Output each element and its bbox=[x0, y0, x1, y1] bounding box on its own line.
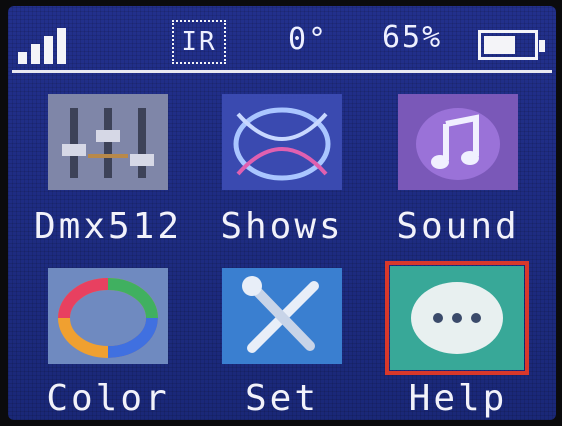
shows-icon bbox=[222, 94, 342, 190]
status-divider bbox=[12, 70, 552, 73]
signal-strength-icon bbox=[18, 28, 74, 64]
battery-percent: 65% bbox=[382, 20, 443, 55]
status-bar: IR 0° 65% bbox=[8, 6, 556, 70]
menu-item-help[interactable] bbox=[385, 261, 529, 375]
ir-indicator: IR bbox=[172, 20, 226, 64]
help-bubble-icon bbox=[390, 266, 524, 370]
battery-icon bbox=[478, 30, 545, 60]
menu-label-sound: Sound bbox=[396, 206, 520, 247]
music-note-icon bbox=[398, 94, 518, 190]
color-ring-icon bbox=[48, 268, 168, 364]
faders-icon bbox=[48, 94, 168, 190]
menu-item-sound[interactable] bbox=[398, 94, 518, 190]
battery-tip bbox=[539, 40, 545, 52]
menu-item-color[interactable] bbox=[48, 268, 168, 364]
angle-readout: 0° bbox=[288, 22, 329, 57]
menu-label-help: Help bbox=[408, 378, 508, 419]
tools-icon bbox=[222, 268, 342, 364]
menu-label-shows: Shows bbox=[220, 206, 344, 247]
menu-label-set: Set bbox=[244, 378, 320, 419]
menu-label-color: Color bbox=[46, 378, 170, 419]
menu-item-shows[interactable] bbox=[222, 94, 342, 190]
menu-item-set[interactable] bbox=[222, 268, 342, 364]
battery-fill bbox=[484, 36, 516, 54]
menu-label-dmx512: Dmx512 bbox=[33, 206, 183, 247]
menu-item-dmx512[interactable] bbox=[48, 94, 168, 190]
lcd-screen: IR 0° 65% Dmx512 Shows Sound Color Set H… bbox=[8, 6, 556, 420]
